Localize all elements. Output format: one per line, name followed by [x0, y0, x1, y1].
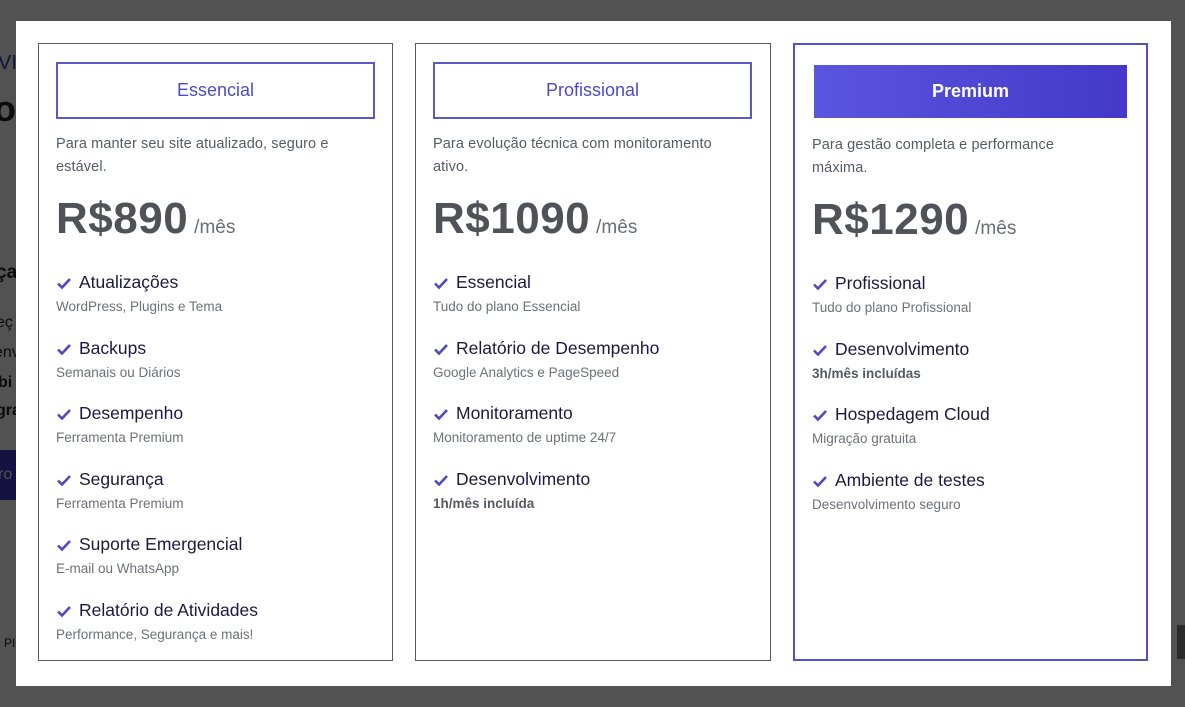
feature-item: Desenvolvimento 1h/mês incluída: [433, 469, 753, 535]
check-icon: [813, 410, 827, 422]
check-icon: [434, 474, 448, 486]
plan-card-essencial: Essencial Para manter seu site atualizad…: [38, 43, 393, 661]
feature-subtitle: Ferramenta Premium: [56, 430, 184, 445]
feature-subtitle: Monitoramento de uptime 24/7: [433, 430, 617, 445]
feature-title: Segurança: [79, 468, 164, 489]
feature-subtitle: Ferramenta Premium: [56, 495, 184, 511]
feature-item: Relatório de Desempenho Google Analytics…: [433, 338, 753, 404]
check-icon: [57, 605, 71, 617]
feature-title: Desempenho: [79, 403, 184, 423]
feature-title: Desenvolvimento: [456, 468, 591, 489]
feature-title: Hospedagem Cloud: [835, 404, 990, 424]
check-icon: [57, 474, 71, 486]
feature-subtitle: 3h/mês incluídas: [812, 365, 921, 381]
feature-subtitle: Desenvolvimento seguro: [812, 496, 961, 512]
check-icon: [57, 540, 71, 552]
plan-description: Para gestão completa e performance máxim…: [812, 137, 1054, 176]
check-icon: [813, 344, 827, 356]
feature-title: Relatório de Atividades: [79, 599, 258, 620]
pricing-modal: Essencial Para manter seu site atualizad…: [16, 21, 1171, 686]
plan-card-profissional: Profissional Para evolução técnica com m…: [415, 43, 771, 661]
feature-item: Backups Semanais ou Diários: [56, 338, 376, 404]
feature-subtitle: Migração gratuita: [812, 431, 917, 446]
plan-price: R$890 /mês: [56, 194, 235, 244]
feature-item: Hospedagem Cloud Migração gratuita: [812, 404, 1132, 470]
feature-subtitle: WordPress, Plugins e Tema: [56, 299, 223, 314]
check-icon: [434, 409, 448, 421]
plan-button-profissional[interactable]: Profissional: [433, 62, 752, 119]
plan-description: Para manter seu site atualizado, seguro …: [56, 136, 329, 175]
feature-item: Profissional Tudo do plano Profissional: [812, 273, 1132, 339]
plan-description: Para evolução técnica com monitoramento …: [433, 136, 712, 175]
background-fragment: [1177, 625, 1185, 659]
feature-title: Monitoramento: [456, 403, 573, 423]
feature-item: Atualizações WordPress, Plugins e Tema: [56, 272, 376, 338]
plan-price: R$1090 /mês: [433, 194, 637, 244]
feature-title: Atualizações: [79, 272, 179, 292]
plan-button-premium[interactable]: Premium: [814, 65, 1127, 118]
check-icon: [434, 343, 448, 355]
feature-subtitle: Google Analytics e PageSpeed: [433, 364, 620, 380]
check-icon: [434, 278, 448, 290]
feature-item: Ambiente de testes Desenvolvimento segur…: [812, 470, 1132, 536]
check-icon: [57, 409, 71, 421]
feature-list: Essencial Tudo do plano Essencial Relató…: [433, 272, 753, 534]
feature-title: Profissional: [835, 273, 926, 293]
plan-card-premium: Premium Para gestão completa e performan…: [793, 43, 1148, 661]
price-period: /mês: [596, 217, 638, 238]
plan-button-essencial[interactable]: Essencial: [56, 62, 375, 119]
plan-price: R$1290 /mês: [812, 195, 1016, 245]
price-period: /mês: [194, 217, 236, 238]
feature-subtitle: 1h/mês incluída: [433, 495, 535, 511]
feature-item: Monitoramento Monitoramento de uptime 24…: [433, 403, 753, 469]
check-icon: [813, 279, 827, 291]
feature-title: Essencial: [456, 272, 531, 292]
feature-list: Profissional Tudo do plano Profissional …: [812, 273, 1132, 535]
feature-title: Ambiente de testes: [835, 469, 985, 490]
feature-item: Suporte Emergencial E-mail ou WhatsApp: [56, 534, 376, 600]
feature-item: Desempenho Ferramenta Premium: [56, 403, 376, 469]
feature-subtitle: Tudo do plano Profissional: [812, 300, 972, 315]
price-period: /mês: [975, 218, 1017, 239]
feature-title: Suporte Emergencial: [79, 534, 243, 554]
price-amount: R$1090: [433, 194, 591, 243]
feature-subtitle: Semanais ou Diários: [56, 364, 181, 380]
price-amount: R$890: [56, 194, 189, 243]
feature-subtitle: Tudo do plano Essencial: [433, 299, 581, 314]
check-icon: [813, 475, 827, 487]
feature-subtitle: E-mail ou WhatsApp: [56, 561, 180, 576]
feature-subtitle: Performance, Segurança e mais!: [56, 626, 254, 642]
feature-item: Relatório de Atividades Performance, Seg…: [56, 600, 376, 666]
feature-item: Essencial Tudo do plano Essencial: [433, 272, 753, 338]
feature-item: Desenvolvimento 3h/mês incluídas: [812, 339, 1132, 405]
feature-item: Segurança Ferramenta Premium: [56, 469, 376, 535]
feature-title: Desenvolvimento: [835, 338, 970, 359]
feature-title: Backups: [79, 337, 147, 358]
check-icon: [57, 278, 71, 290]
price-amount: R$1290: [812, 195, 970, 244]
feature-list: Atualizações WordPress, Plugins e Tema B…: [56, 272, 376, 665]
feature-title: Relatório de Desempenho: [456, 337, 660, 358]
check-icon: [57, 343, 71, 355]
